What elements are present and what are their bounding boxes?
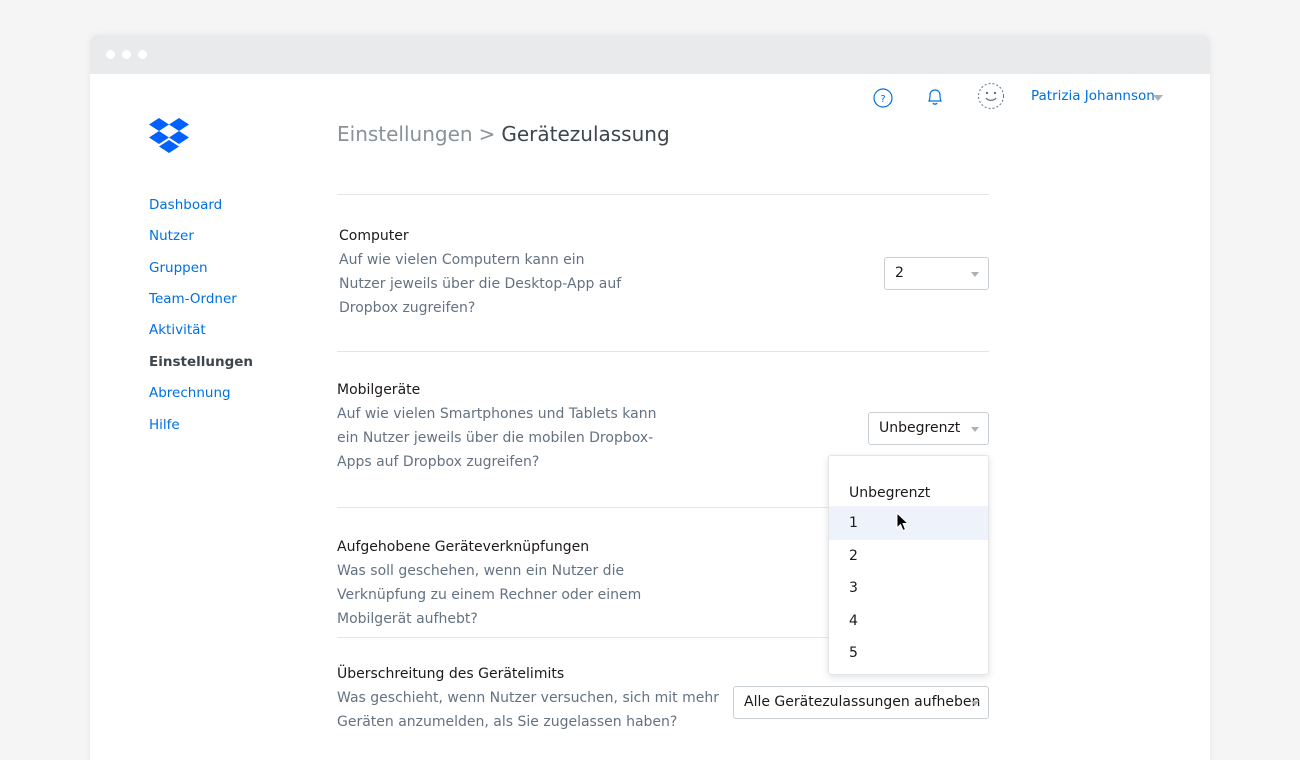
dropdown-option-3[interactable]: 3	[829, 571, 988, 605]
sidebar-item-gruppen[interactable]: Gruppen	[149, 260, 208, 276]
computer-section-description: Auf wie vielen Computern kann ein Nutzer…	[339, 248, 621, 320]
description-line: Auf wie vielen Computern kann ein	[339, 252, 585, 268]
svg-text:?: ?	[880, 94, 885, 105]
sidebar-item-hilfe[interactable]: Hilfe	[149, 417, 180, 433]
mobile-limit-select[interactable]: Unbegrenzt	[868, 412, 989, 445]
breadcrumb-separator: >	[478, 122, 496, 146]
limit-action-value: Alle Gerätezulassungen aufheben	[744, 694, 981, 710]
dropdown-option-5[interactable]: 5	[829, 636, 988, 670]
computer-limit-select[interactable]: 2	[884, 257, 989, 290]
description-line: Nutzer jeweils über die Desktop-App auf	[339, 276, 622, 292]
mobile-limit-dropdown-menu: Unbegrenzt 1 2 3 4 5	[828, 455, 989, 675]
computer-section-title: Computer	[339, 228, 409, 244]
mobile-limit-value: Unbegrenzt	[879, 420, 961, 436]
breadcrumb: Einstellungen > Gerätezulassung	[337, 122, 670, 146]
section-divider	[337, 194, 989, 195]
description-line: Geräten anzumelden, als Sie zugelassen h…	[337, 714, 678, 730]
description-line: Mobilgerät aufhebt?	[337, 611, 478, 627]
avatar-icon[interactable]	[977, 82, 1005, 110]
window-dot	[106, 50, 115, 59]
sidebar-item-einstellungen[interactable]: Einstellungen	[149, 354, 253, 370]
sidebar-item-dashboard[interactable]: Dashboard	[149, 197, 222, 213]
limit-section-title: Überschreitung des Gerätelimits	[337, 666, 565, 682]
description-line: ein Nutzer jeweils über die mobilen Drop…	[337, 430, 654, 446]
window-dot	[138, 50, 147, 59]
description-line: Apps auf Dropbox zugreifen?	[337, 454, 540, 470]
limit-action-select[interactable]: Alle Gerätezulassungen aufheben	[733, 686, 989, 719]
bell-icon[interactable]	[926, 87, 944, 107]
description-line: Was geschieht, wenn Nutzer versuchen, si…	[337, 690, 719, 706]
chevron-down-icon	[971, 272, 979, 277]
limit-section-description: Was geschieht, wenn Nutzer versuchen, si…	[337, 686, 719, 734]
computer-limit-value: 2	[895, 265, 904, 281]
user-menu-name[interactable]: Patrizia Johannson	[1031, 88, 1155, 104]
dropdown-option-4[interactable]: 4	[829, 604, 988, 638]
help-icon[interactable]: ?	[873, 88, 893, 108]
dropdown-option-2[interactable]: 2	[829, 539, 988, 573]
sidebar-item-team-ordner[interactable]: Team-Ordner	[149, 291, 237, 307]
page-title: Gerätezulassung	[501, 122, 670, 146]
window-titlebar	[90, 35, 1210, 74]
description-line: Auf wie vielen Smartphones und Tablets k…	[337, 406, 657, 422]
sidebar-item-abrechnung[interactable]: Abrechnung	[149, 385, 231, 401]
description-line: Dropbox zugreifen?	[339, 300, 476, 316]
mouse-cursor-icon	[896, 512, 910, 532]
unlinked-section-description: Was soll geschehen, wenn ein Nutzer die …	[337, 559, 641, 631]
mobile-section-description: Auf wie vielen Smartphones und Tablets k…	[337, 402, 656, 474]
window-dot	[122, 50, 131, 59]
description-line: Was soll geschehen, wenn ein Nutzer die	[337, 563, 625, 579]
chevron-down-icon	[971, 701, 979, 706]
sidebar-item-aktivitaet[interactable]: Aktivität	[149, 322, 206, 338]
chevron-down-icon[interactable]	[1153, 95, 1163, 101]
dropdown-option-unbegrenzt[interactable]: Unbegrenzt	[829, 476, 988, 510]
browser-window: ? Patrizia Johannson Dashboard Nutzer Gr…	[90, 35, 1210, 760]
dropbox-logo-icon[interactable]	[149, 117, 189, 157]
unlinked-section-title: Aufgehobene Geräteverknüpfungen	[337, 539, 590, 555]
breadcrumb-parent[interactable]: Einstellungen	[337, 122, 473, 146]
chevron-down-icon	[971, 427, 979, 432]
mobile-section-title: Mobilgeräte	[337, 382, 421, 398]
sidebar-item-nutzer[interactable]: Nutzer	[149, 228, 194, 244]
section-divider	[337, 351, 989, 352]
description-line: Verknüpfung zu einem Rechner oder einem	[337, 587, 642, 603]
